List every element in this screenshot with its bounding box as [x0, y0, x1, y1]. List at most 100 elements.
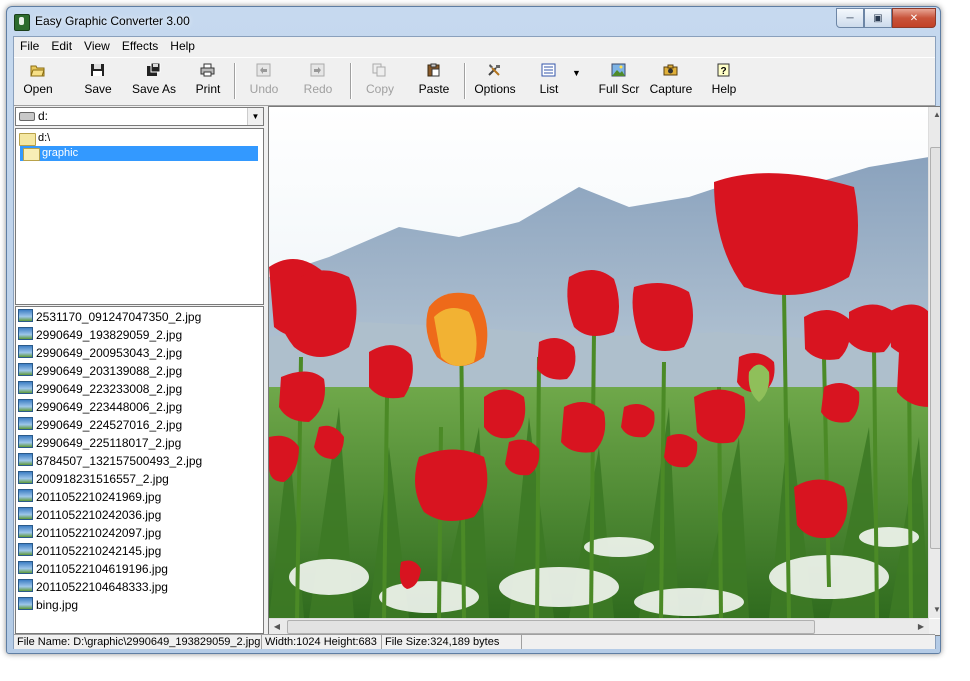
copy-button[interactable]: Copy — [360, 60, 400, 102]
menu-effects[interactable]: Effects — [116, 37, 164, 56]
drive-value: d: — [38, 109, 49, 123]
file-name-label: 2531170_091247047350_2.jpg — [36, 310, 202, 324]
scroll-corner — [929, 619, 940, 635]
status-file-name: File Name: D:\graphic\2990649_193829059_… — [14, 635, 262, 649]
dropdown-arrow-icon: ▼ — [572, 68, 581, 78]
image-file-icon — [18, 381, 33, 394]
menu-edit[interactable]: Edit — [45, 37, 78, 56]
application-window: Easy Graphic Converter 3.00 ─ ▣ ✕ File E… — [6, 6, 941, 654]
drive-select[interactable]: d: ▼ — [15, 107, 264, 126]
toolbar-separator — [464, 63, 466, 99]
list-button[interactable]: List — [530, 60, 568, 102]
file-name-label: 2990649_203139088_2.jpg — [36, 364, 183, 378]
folder-open-icon — [23, 148, 40, 161]
file-list-item[interactable]: 2990649_193829059_2.jpg — [18, 326, 182, 344]
image-file-icon — [18, 471, 33, 484]
paste-clipboard-icon — [427, 63, 440, 77]
file-name-label: 200918231516557_2.jpg — [36, 472, 169, 486]
file-list-item[interactable]: 2531170_091247047350_2.jpg — [18, 308, 201, 326]
status-dimensions: Width:1024 Height:683 — [262, 635, 382, 649]
image-viewer[interactable]: ▲ ▼ ◀ ▶ — [268, 106, 940, 636]
file-list-item[interactable]: bing.jpg — [18, 596, 78, 614]
redo-icon — [310, 63, 325, 77]
save-as-label: Save As — [131, 82, 177, 96]
folder-tree[interactable]: d:\ graphic — [15, 128, 264, 305]
menu-file[interactable]: File — [14, 37, 45, 56]
scroll-up-icon[interactable]: ▲ — [930, 108, 940, 122]
tools-icon — [488, 64, 500, 76]
image-file-icon — [18, 453, 33, 466]
title-bar[interactable]: Easy Graphic Converter 3.00 ─ ▣ ✕ — [7, 7, 940, 35]
image-file-icon — [18, 489, 33, 502]
redo-button[interactable]: Redo — [298, 60, 338, 102]
close-button[interactable]: ✕ — [892, 8, 936, 28]
save-as-button[interactable]: Save As — [126, 60, 182, 102]
toolbar: Open Save Save As Print Undo Redo Copy P… — [14, 57, 935, 106]
options-label: Options — [474, 82, 516, 96]
redo-label: Redo — [303, 82, 333, 96]
file-list-item[interactable]: 20110522104619196.jpg — [18, 560, 168, 578]
print-label: Print — [195, 82, 221, 96]
file-list-item[interactable]: 2990649_223233008_2.jpg — [18, 380, 182, 398]
save-as-icon — [147, 63, 161, 76]
file-list-item[interactable]: 2011052210241969.jpg — [18, 488, 161, 506]
capture-label: Capture — [649, 82, 693, 96]
file-list-item[interactable]: 2011052210242036.jpg — [18, 506, 161, 524]
image-file-icon — [18, 579, 33, 592]
status-file-size: File Size:324,189 bytes — [382, 635, 522, 649]
open-label: Open — [23, 82, 53, 96]
folder-label: d:\ — [38, 132, 51, 144]
file-list-item[interactable]: 2990649_223448006_2.jpg — [18, 398, 182, 416]
list-dropdown-button[interactable]: ▼ — [570, 60, 584, 102]
image-file-icon — [18, 327, 33, 340]
folder-label: graphic — [40, 146, 81, 161]
close-icon: ✕ — [909, 12, 919, 24]
print-button[interactable]: Print — [188, 60, 228, 102]
app-icon[interactable] — [14, 14, 30, 31]
folder-open-icon — [19, 133, 36, 146]
minimize-button[interactable]: ─ — [836, 8, 864, 28]
scroll-right-icon[interactable]: ▶ — [914, 620, 928, 634]
image-file-icon — [18, 543, 33, 556]
options-button[interactable]: Options — [470, 60, 520, 102]
image-file-icon — [18, 417, 33, 430]
full-screen-label: Full Scr — [598, 82, 640, 96]
file-list-item[interactable]: 2011052210242097.jpg — [18, 524, 161, 542]
chevron-down-icon[interactable]: ▼ — [247, 108, 263, 125]
undo-button[interactable]: Undo — [244, 60, 284, 102]
scroll-down-icon[interactable]: ▼ — [930, 603, 940, 617]
vertical-scrollbar[interactable]: ▲ ▼ — [928, 107, 940, 618]
image-file-icon — [18, 309, 33, 322]
maximize-button[interactable]: ▣ — [864, 8, 892, 28]
horizontal-scrollbar[interactable]: ◀ ▶ — [269, 618, 929, 635]
toolbar-separator — [234, 63, 236, 99]
vertical-scroll-thumb[interactable] — [930, 147, 940, 549]
image-file-icon — [18, 363, 33, 376]
menu-view[interactable]: View — [78, 37, 116, 56]
file-list[interactable]: 2531170_091247047350_2.jpg 2990649_193829… — [15, 306, 264, 634]
help-button[interactable]: ? Help — [704, 60, 744, 102]
scroll-left-icon[interactable]: ◀ — [270, 620, 284, 634]
menu-help[interactable]: Help — [164, 37, 201, 56]
file-list-item[interactable]: 2990649_224527016_2.jpg — [18, 416, 182, 434]
file-list-item[interactable]: 8784507_132157500493_2.jpg — [18, 452, 202, 470]
horizontal-scroll-thumb[interactable] — [287, 620, 815, 634]
minimize-icon: ─ — [846, 12, 854, 24]
folder-item-graphic[interactable]: graphic — [20, 146, 258, 161]
file-list-item[interactable]: 2011052210242145.jpg — [18, 542, 161, 560]
file-name-label: 2990649_223233008_2.jpg — [36, 382, 183, 396]
file-list-item[interactable]: 200918231516557_2.jpg — [18, 470, 169, 488]
list-label: List — [539, 82, 559, 96]
file-list-item[interactable]: 2990649_203139088_2.jpg — [18, 362, 182, 380]
file-list-item[interactable]: 2990649_225118017_2.jpg — [18, 434, 181, 452]
file-list-item[interactable]: 2990649_200953043_2.jpg — [18, 344, 182, 362]
paste-button[interactable]: Paste — [414, 60, 454, 102]
open-button[interactable]: Open — [18, 60, 58, 102]
save-button[interactable]: Save — [78, 60, 118, 102]
full-screen-button[interactable]: Full Scr — [594, 60, 644, 102]
file-name-label: 2011052210242097.jpg — [36, 526, 162, 540]
image-file-icon — [18, 525, 33, 538]
restore-icon: ▣ — [873, 12, 883, 24]
capture-button[interactable]: Capture — [644, 60, 698, 102]
file-list-item[interactable]: 20110522104648333.jpg — [18, 578, 168, 596]
